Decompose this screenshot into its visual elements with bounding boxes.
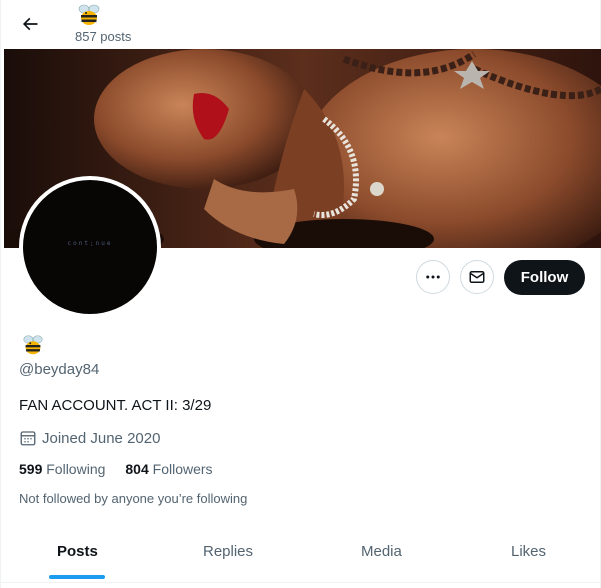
joined-text: Joined June 2020 [42, 429, 161, 447]
tab-replies[interactable]: Replies [203, 543, 253, 560]
profile-page: 857 posts cont;nue Follow @beyday84 FAN … [0, 0, 601, 588]
envelope-icon [469, 271, 485, 283]
bio-text: FAN ACCOUNT. ACT II: 3/29 [19, 397, 212, 414]
avatar-text: cont;nue [67, 240, 113, 247]
bee-emoji-icon [23, 335, 43, 355]
following-count: 599 [19, 461, 43, 477]
avatar[interactable]: cont;nue [23, 180, 157, 314]
follow-button[interactable]: Follow [504, 260, 585, 295]
message-button[interactable] [460, 260, 494, 294]
not-followed-notice: Not followed by anyone you’re following [19, 491, 248, 506]
following-label: Following [46, 461, 106, 477]
back-button[interactable] [14, 8, 46, 40]
tabs-divider [0, 582, 601, 583]
tab-media[interactable]: Media [361, 543, 402, 560]
followers-count: 804 [125, 461, 149, 477]
joined-date: Joined June 2020 [19, 429, 160, 447]
post-count: 857 posts [75, 29, 132, 44]
arrow-left-icon [22, 17, 38, 31]
followers-label: Followers [152, 461, 213, 477]
left-border [0, 0, 1, 588]
more-horizontal-icon [426, 275, 440, 279]
active-tab-indicator [49, 575, 105, 579]
followers-link[interactable]: 804 Followers [125, 461, 212, 477]
user-handle: @beyday84 [19, 361, 100, 378]
following-link[interactable]: 599 Following [19, 461, 105, 477]
tab-likes[interactable]: Likes [511, 543, 546, 560]
tab-posts[interactable]: Posts [57, 543, 98, 560]
bee-emoji-icon [78, 4, 100, 25]
follow-stats: 599 Following 804 Followers [19, 461, 213, 477]
more-options-button[interactable] [416, 260, 450, 294]
calendar-icon [20, 431, 36, 446]
